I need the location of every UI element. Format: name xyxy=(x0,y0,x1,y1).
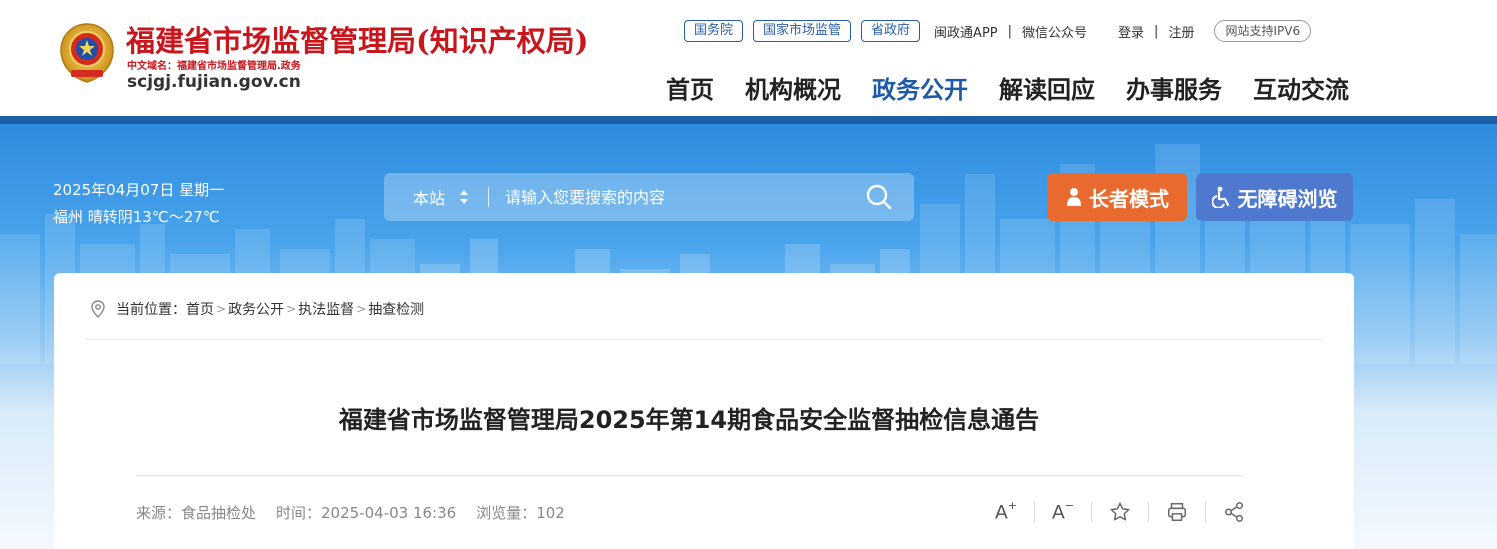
print-button[interactable] xyxy=(1163,498,1191,526)
link-samr[interactable]: 国家市场监管 xyxy=(753,20,852,42)
nav-services[interactable]: 办事服务 xyxy=(1126,70,1222,105)
accessibility-label: 无障碍浏览 xyxy=(1237,186,1338,211)
search-scope-select[interactable]: 本站 xyxy=(384,185,488,209)
tool-separator xyxy=(1148,502,1149,522)
breadcrumb-separator: > xyxy=(286,302,297,316)
article-title: 福建省市场监督管理局2025年第14期食品安全监督抽检信息通告 xyxy=(338,406,1040,434)
tool-separator xyxy=(1034,502,1035,522)
tool-separator xyxy=(1205,502,1206,522)
font-decrease-icon: A− xyxy=(1051,498,1075,524)
site-title[interactable]: 福建省市场监督管理局(知识产权局) xyxy=(126,18,588,60)
national-emblem-icon[interactable] xyxy=(57,22,117,86)
link-state-council[interactable]: 国务院 xyxy=(684,20,744,42)
breadcrumb: 当前位置： 首页 > 政务公开 > 执法监督 > 抽查检测 xyxy=(90,299,424,319)
link-app[interactable]: 闽政通APP xyxy=(934,22,998,41)
elder-mode-label: 长者模式 xyxy=(1089,186,1169,211)
english-domain-text: scjgj.fujian.gov.cn xyxy=(127,72,301,92)
search-icon xyxy=(866,184,892,210)
search-bar: 本站 xyxy=(384,173,914,221)
search-input[interactable] xyxy=(489,173,844,221)
breadcrumb-inspection[interactable]: 抽查检测 xyxy=(368,299,424,319)
font-increase-button[interactable]: A+ xyxy=(992,498,1020,526)
article-meta: 来源：食品抽检处 时间：2025-04-03 16:36 浏览量：102 xyxy=(136,502,585,523)
login-link[interactable]: 登录 xyxy=(1118,22,1144,41)
font-increase-icon: A+ xyxy=(994,498,1018,524)
location-pin-icon xyxy=(91,300,105,318)
content-card: 当前位置： 首页 > 政务公开 > 执法监督 > 抽查检测 福建省市场监督管理局… xyxy=(54,273,1354,549)
main-nav: 首页 机构概况 政务公开 解读回应 办事服务 互动交流 xyxy=(666,70,1349,105)
breadcrumb-gov-affairs[interactable]: 政务公开 xyxy=(228,299,284,319)
article-time: 时间：2025-04-03 16:36 xyxy=(276,504,457,522)
current-date: 2025年04月07日 星期一 xyxy=(53,181,225,199)
article-source: 来源：食品抽检处 xyxy=(136,504,257,522)
accessibility-button[interactable]: 无障碍浏览 xyxy=(1196,173,1353,221)
star-icon xyxy=(1110,502,1130,521)
register-link[interactable]: 注册 xyxy=(1168,22,1194,41)
nav-interaction[interactable]: 互动交流 xyxy=(1253,70,1349,105)
banner-top-line xyxy=(0,116,1497,124)
article-views: 浏览量：102 xyxy=(476,504,565,522)
title-divider xyxy=(136,475,1243,476)
share-icon xyxy=(1225,502,1243,522)
elder-mode-button[interactable]: 长者模式 xyxy=(1047,173,1187,221)
tool-separator xyxy=(1091,502,1092,522)
link-province-gov[interactable]: 省政府 xyxy=(861,20,921,42)
wheelchair-icon xyxy=(1211,186,1229,208)
share-button[interactable] xyxy=(1220,498,1248,526)
breadcrumb-divider xyxy=(86,339,1323,340)
breadcrumb-home[interactable]: 首页 xyxy=(186,299,214,319)
search-scope-label: 本站 xyxy=(413,189,446,208)
breadcrumb-separator: > xyxy=(356,302,367,316)
nav-interpretation[interactable]: 解读回应 xyxy=(999,70,1095,105)
ipv6-badge: 网站支持IPV6 xyxy=(1214,20,1312,42)
nav-gov-affairs[interactable]: 政务公开 xyxy=(872,70,968,105)
article-tools: A+ A− xyxy=(992,498,1248,526)
breadcrumb-prefix: 当前位置： xyxy=(116,302,186,318)
printer-icon xyxy=(1168,503,1186,521)
top-links: 国务院 国家市场监管 省政府 闽政通APP | 微信公众号 登录 | 注册 网站… xyxy=(684,20,1312,42)
favorite-button[interactable] xyxy=(1106,498,1134,526)
nav-home[interactable]: 首页 xyxy=(666,70,714,105)
nav-organization[interactable]: 机构概况 xyxy=(745,70,841,105)
top-separator: | xyxy=(1154,23,1159,39)
search-button[interactable] xyxy=(844,173,914,221)
weather-info: 福州 晴转阴13℃～27℃ xyxy=(53,208,220,226)
chinese-domain-text: 中文域名：福建省市场监督管理局.政务 xyxy=(127,61,301,72)
site-header: 福建省市场监督管理局(知识产权局) 中文域名：福建省市场监督管理局.政务 scj… xyxy=(0,0,1497,116)
link-wechat[interactable]: 微信公众号 xyxy=(1022,22,1087,41)
font-decrease-button[interactable]: A− xyxy=(1049,498,1077,526)
breadcrumb-separator: > xyxy=(216,302,227,316)
breadcrumb-enforcement[interactable]: 执法监督 xyxy=(298,299,354,319)
elder-person-icon xyxy=(1067,188,1081,206)
top-separator: | xyxy=(1007,23,1013,39)
sort-arrows-icon xyxy=(460,190,469,204)
